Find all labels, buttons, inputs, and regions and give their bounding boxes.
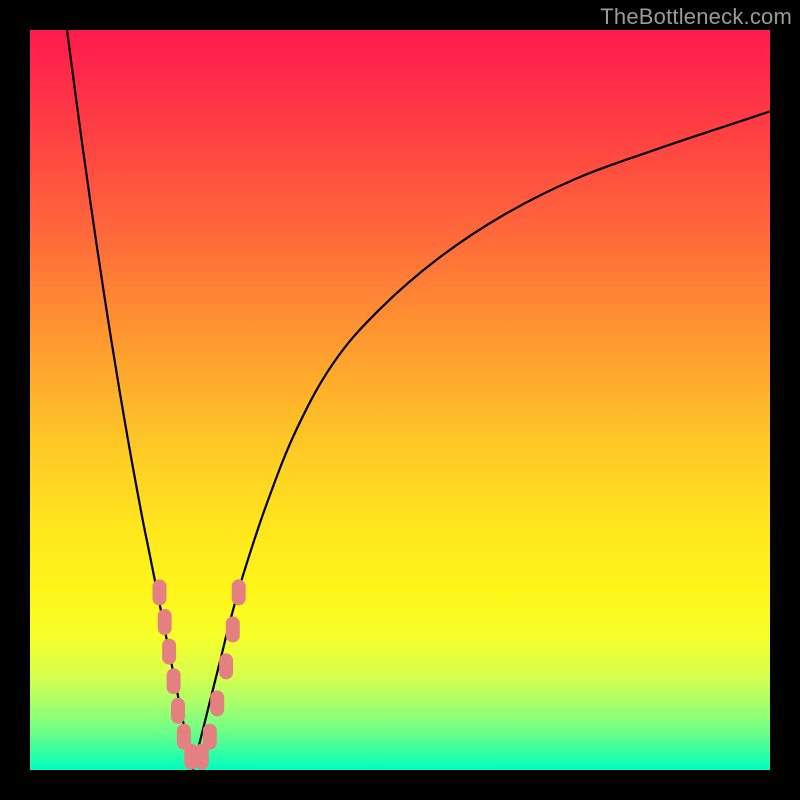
plot-area: [30, 30, 770, 770]
data-marker: [171, 698, 185, 724]
right-branch-curve: [193, 111, 770, 770]
data-marker: [158, 609, 172, 635]
data-marker: [203, 724, 217, 750]
data-marker: [162, 639, 176, 665]
data-marker: [153, 579, 167, 605]
data-marker: [210, 690, 224, 716]
data-marker: [226, 616, 240, 642]
data-marker: [232, 579, 246, 605]
chart-frame: TheBottleneck.com: [0, 0, 800, 800]
data-marker: [167, 668, 181, 694]
curve-layer: [30, 30, 770, 770]
watermark-text: TheBottleneck.com: [600, 4, 792, 30]
data-marker: [219, 653, 233, 679]
